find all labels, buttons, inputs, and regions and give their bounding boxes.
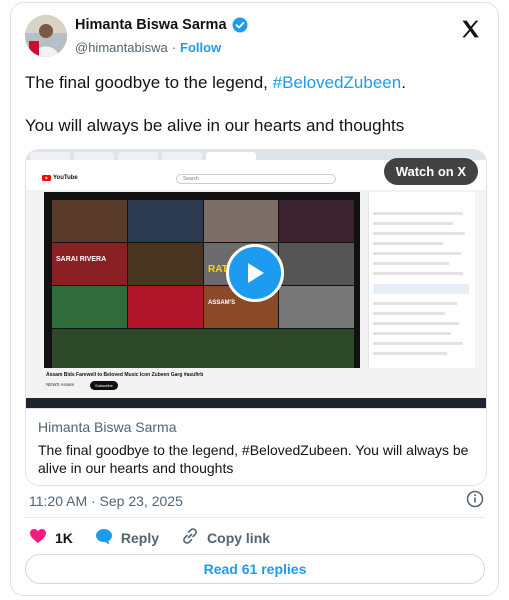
timestamp[interactable]: 11:20 AM · Sep 23, 2025 (29, 493, 183, 509)
author-name[interactable]: Himanta Biswa Sarma (75, 17, 227, 33)
copy-link-button[interactable]: Copy link (181, 527, 270, 548)
taskbar (26, 398, 486, 408)
media-card[interactable]: YouTube Search SARAI RIVERA RATE ASSAM'S… (25, 149, 487, 486)
tweet-text: The final goodbye to the legend, (25, 73, 273, 92)
tile-text: ASSAM'S (208, 300, 236, 306)
verified-badge-icon (232, 17, 248, 33)
read-replies-button[interactable]: Read 61 replies (25, 554, 485, 584)
channel-name: NEWS Assam (46, 382, 75, 387)
link-card-caption[interactable]: Himanta Biswa Sarma The final goodbye to… (26, 408, 486, 485)
youtube-logo: YouTube (42, 175, 78, 181)
link-icon (181, 527, 199, 548)
youtube-search: Search (176, 174, 336, 184)
heart-icon (29, 528, 47, 547)
reply-bubble-icon (95, 528, 113, 548)
like-button[interactable]: 1K (29, 528, 73, 547)
video-thumbnail[interactable]: YouTube Search SARAI RIVERA RATE ASSAM'S… (26, 150, 486, 408)
link-card-text: The final goodbye to the legend, #Belove… (38, 442, 469, 476)
reply-button[interactable]: Reply (95, 528, 159, 548)
info-icon[interactable] (466, 490, 484, 513)
play-icon[interactable] (226, 244, 284, 302)
copy-link-label: Copy link (207, 529, 271, 546)
tweet-text-end: . (401, 73, 406, 92)
live-chat-panel (368, 192, 475, 368)
reply-label: Reply (120, 529, 160, 546)
tweet-text-line1: The final goodbye to the legend, #Belove… (25, 73, 406, 93)
link-card-source: Himanta Biswa Sarma (38, 419, 177, 435)
hashtag-link[interactable]: #BelovedZubeen (273, 73, 402, 92)
author-handle[interactable]: @himantabiswa (75, 40, 168, 55)
follow-button[interactable]: Follow (180, 40, 221, 55)
tile-text: SARAI RIVERA (56, 256, 107, 263)
tweet-text-line2: You will always be alive in our hearts a… (25, 116, 405, 135)
youtube-logo-text: YouTube (53, 175, 78, 181)
handle-separator: · (171, 40, 177, 55)
video-title: Assam Bids Farewell to Beloved Music Ico… (46, 372, 204, 378)
x-logo-icon[interactable] (460, 19, 480, 44)
video-player-collage: SARAI RIVERA RATE ASSAM'S (44, 192, 360, 368)
subscribe-button: Subscribe (90, 381, 118, 390)
divider (25, 517, 485, 518)
tweet-card: Himanta Biswa Sarma @himantabiswa · Foll… (10, 2, 499, 596)
watch-on-x-button[interactable]: Watch on X (383, 158, 478, 185)
like-count: 1K (55, 529, 73, 546)
avatar[interactable] (25, 15, 67, 57)
